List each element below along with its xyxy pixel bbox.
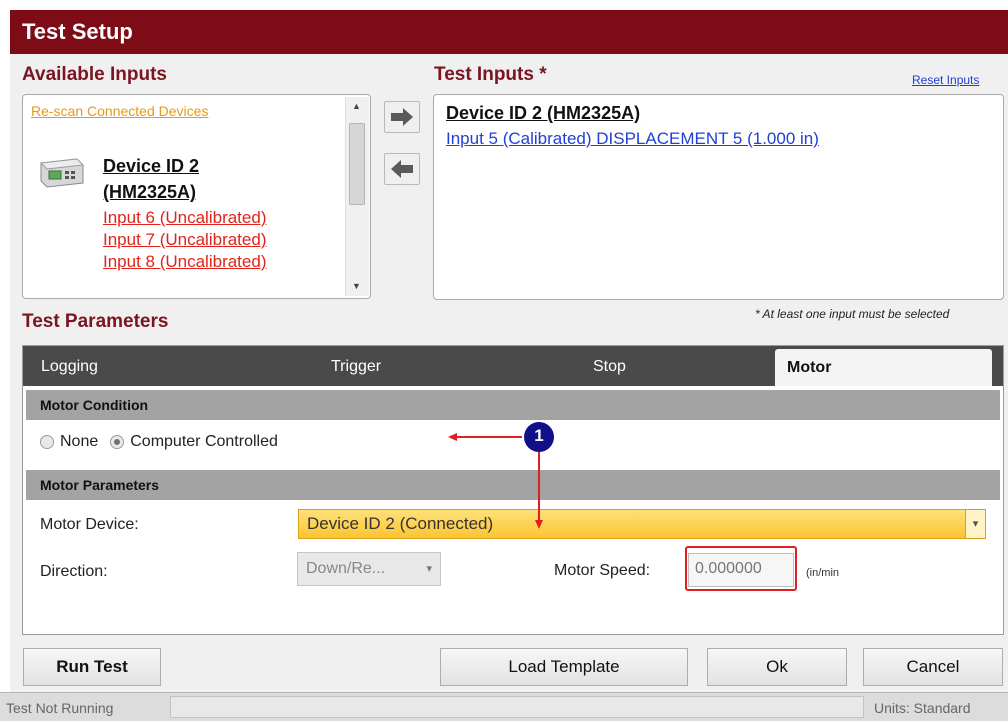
test-status-text: Test Not Running	[6, 700, 114, 716]
ok-button[interactable]: Ok	[707, 648, 847, 686]
units-status-text: Units: Standard	[874, 700, 971, 716]
status-bar: Test Not Running Units: Standard	[0, 692, 1008, 721]
cancel-button[interactable]: Cancel	[863, 648, 1003, 686]
annotation-overlay	[448, 422, 554, 529]
run-test-button[interactable]: Run Test	[23, 648, 161, 686]
annotation-marker-label: 1	[534, 426, 544, 445]
load-template-button[interactable]: Load Template	[440, 648, 688, 686]
status-progress-area	[170, 696, 864, 718]
